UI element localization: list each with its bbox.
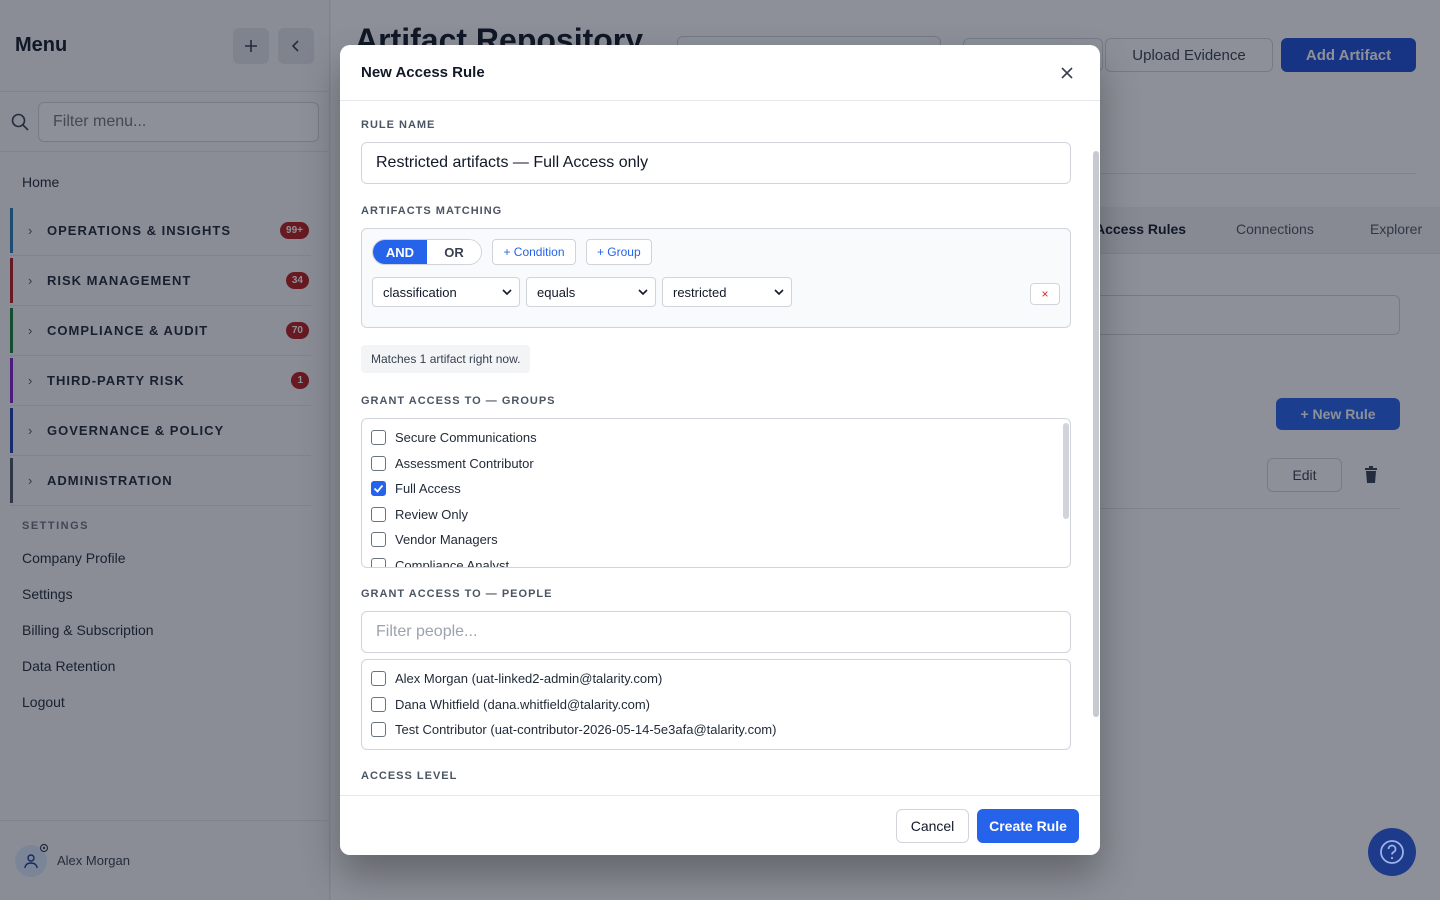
group-label: Compliance Analyst [395,557,510,568]
group-label: Vendor Managers [395,532,498,548]
question-icon [1380,840,1404,864]
people-label: GRANT ACCESS TO — PEOPLE [361,588,553,600]
groups-scrollbar[interactable] [1063,423,1069,519]
checkbox[interactable] [371,722,386,738]
cancel-button[interactable]: Cancel [896,809,969,843]
field-select-value: classification [383,284,457,300]
person-label: Test Contributor (uat-contributor-2026-0… [395,722,777,738]
checkbox[interactable] [371,455,386,471]
create-rule-button[interactable]: Create Rule [977,809,1079,843]
person-option[interactable]: Test Contributor (uat-contributor-2026-0… [362,717,1070,743]
add-group-button[interactable]: + Group [585,239,652,265]
person-option[interactable]: Dana Whitfield (dana.whitfield@talarity.… [362,692,1070,718]
chevron-down-icon [502,289,512,296]
dialog-scrollbar-thumb[interactable] [1093,151,1099,717]
checkbox[interactable] [371,557,386,567]
person-option[interactable]: Alex Morgan (uat-linked2-admin@talarity.… [362,666,1070,692]
person-label: Dana Whitfield (dana.whitfield@talarity.… [395,696,650,712]
group-label: Secure Communications [395,430,537,446]
help-button[interactable] [1368,828,1416,876]
operator-select[interactable]: equals [526,277,656,307]
value-select[interactable]: restricted [662,277,792,307]
person-label: Alex Morgan (uat-linked2-admin@talarity.… [395,671,663,687]
group-option[interactable]: Compliance Analyst [362,553,1070,568]
dialog-body: RULE NAME Restricted artifacts — Full Ac… [340,101,1100,795]
operator-select-value: equals [537,284,576,300]
group-option[interactable]: Vendor Managers [362,527,1070,553]
check-icon [373,485,384,494]
group-option[interactable]: Full Access [362,476,1070,502]
logic-toggle: AND OR [372,239,482,265]
chevron-down-icon [638,289,648,296]
groups-label: GRANT ACCESS TO — GROUPS [361,395,556,407]
value-select-value: restricted [673,284,727,300]
group-option[interactable]: Secure Communications [362,425,1070,451]
access-level-label: ACCESS LEVEL [361,770,458,782]
group-option[interactable]: Review Only [362,502,1070,528]
groups-list: Secure Communications Assessment Contrib… [361,418,1071,568]
checkbox-checked[interactable] [371,481,386,497]
or-toggle[interactable]: OR [427,240,481,264]
checkbox[interactable] [371,532,386,548]
group-label: Review Only [395,506,468,522]
checkbox[interactable] [371,506,386,522]
group-option[interactable]: Assessment Contributor [362,451,1070,477]
close-button[interactable] [1055,61,1079,85]
group-label: Assessment Contributor [395,455,534,471]
new-access-rule-dialog: New Access Rule RULE NAME Restricted art… [340,45,1100,855]
dialog-title: New Access Rule [361,64,485,81]
condition-row: classification equals restricted [372,277,1060,307]
checkbox[interactable] [371,430,386,446]
filter-people-input[interactable]: Filter people... [361,611,1071,653]
rule-name-input[interactable]: Restricted artifacts — Full Access only [361,142,1071,184]
dialog-scrollbar-track[interactable] [1091,101,1100,795]
remove-condition-button[interactable]: × [1030,283,1060,305]
match-count-note: Matches 1 artifact right now. [361,345,531,373]
checkbox[interactable] [371,696,386,712]
dialog-header: New Access Rule [340,45,1100,101]
dialog-footer: Cancel Create Rule [340,795,1100,855]
condition-builder: AND OR + Condition + Group classificatio… [361,228,1071,328]
field-select[interactable]: classification [372,277,520,307]
close-icon [1061,66,1073,79]
artifacts-matching-label: ARTIFACTS MATCHING [361,205,503,217]
rule-name-label: RULE NAME [361,119,436,131]
people-list: Alex Morgan (uat-linked2-admin@talarity.… [361,659,1071,750]
chevron-down-icon [774,289,784,296]
group-label: Full Access [395,481,461,497]
checkbox[interactable] [371,671,386,687]
add-condition-button[interactable]: + Condition [492,239,576,265]
and-toggle[interactable]: AND [373,240,427,264]
